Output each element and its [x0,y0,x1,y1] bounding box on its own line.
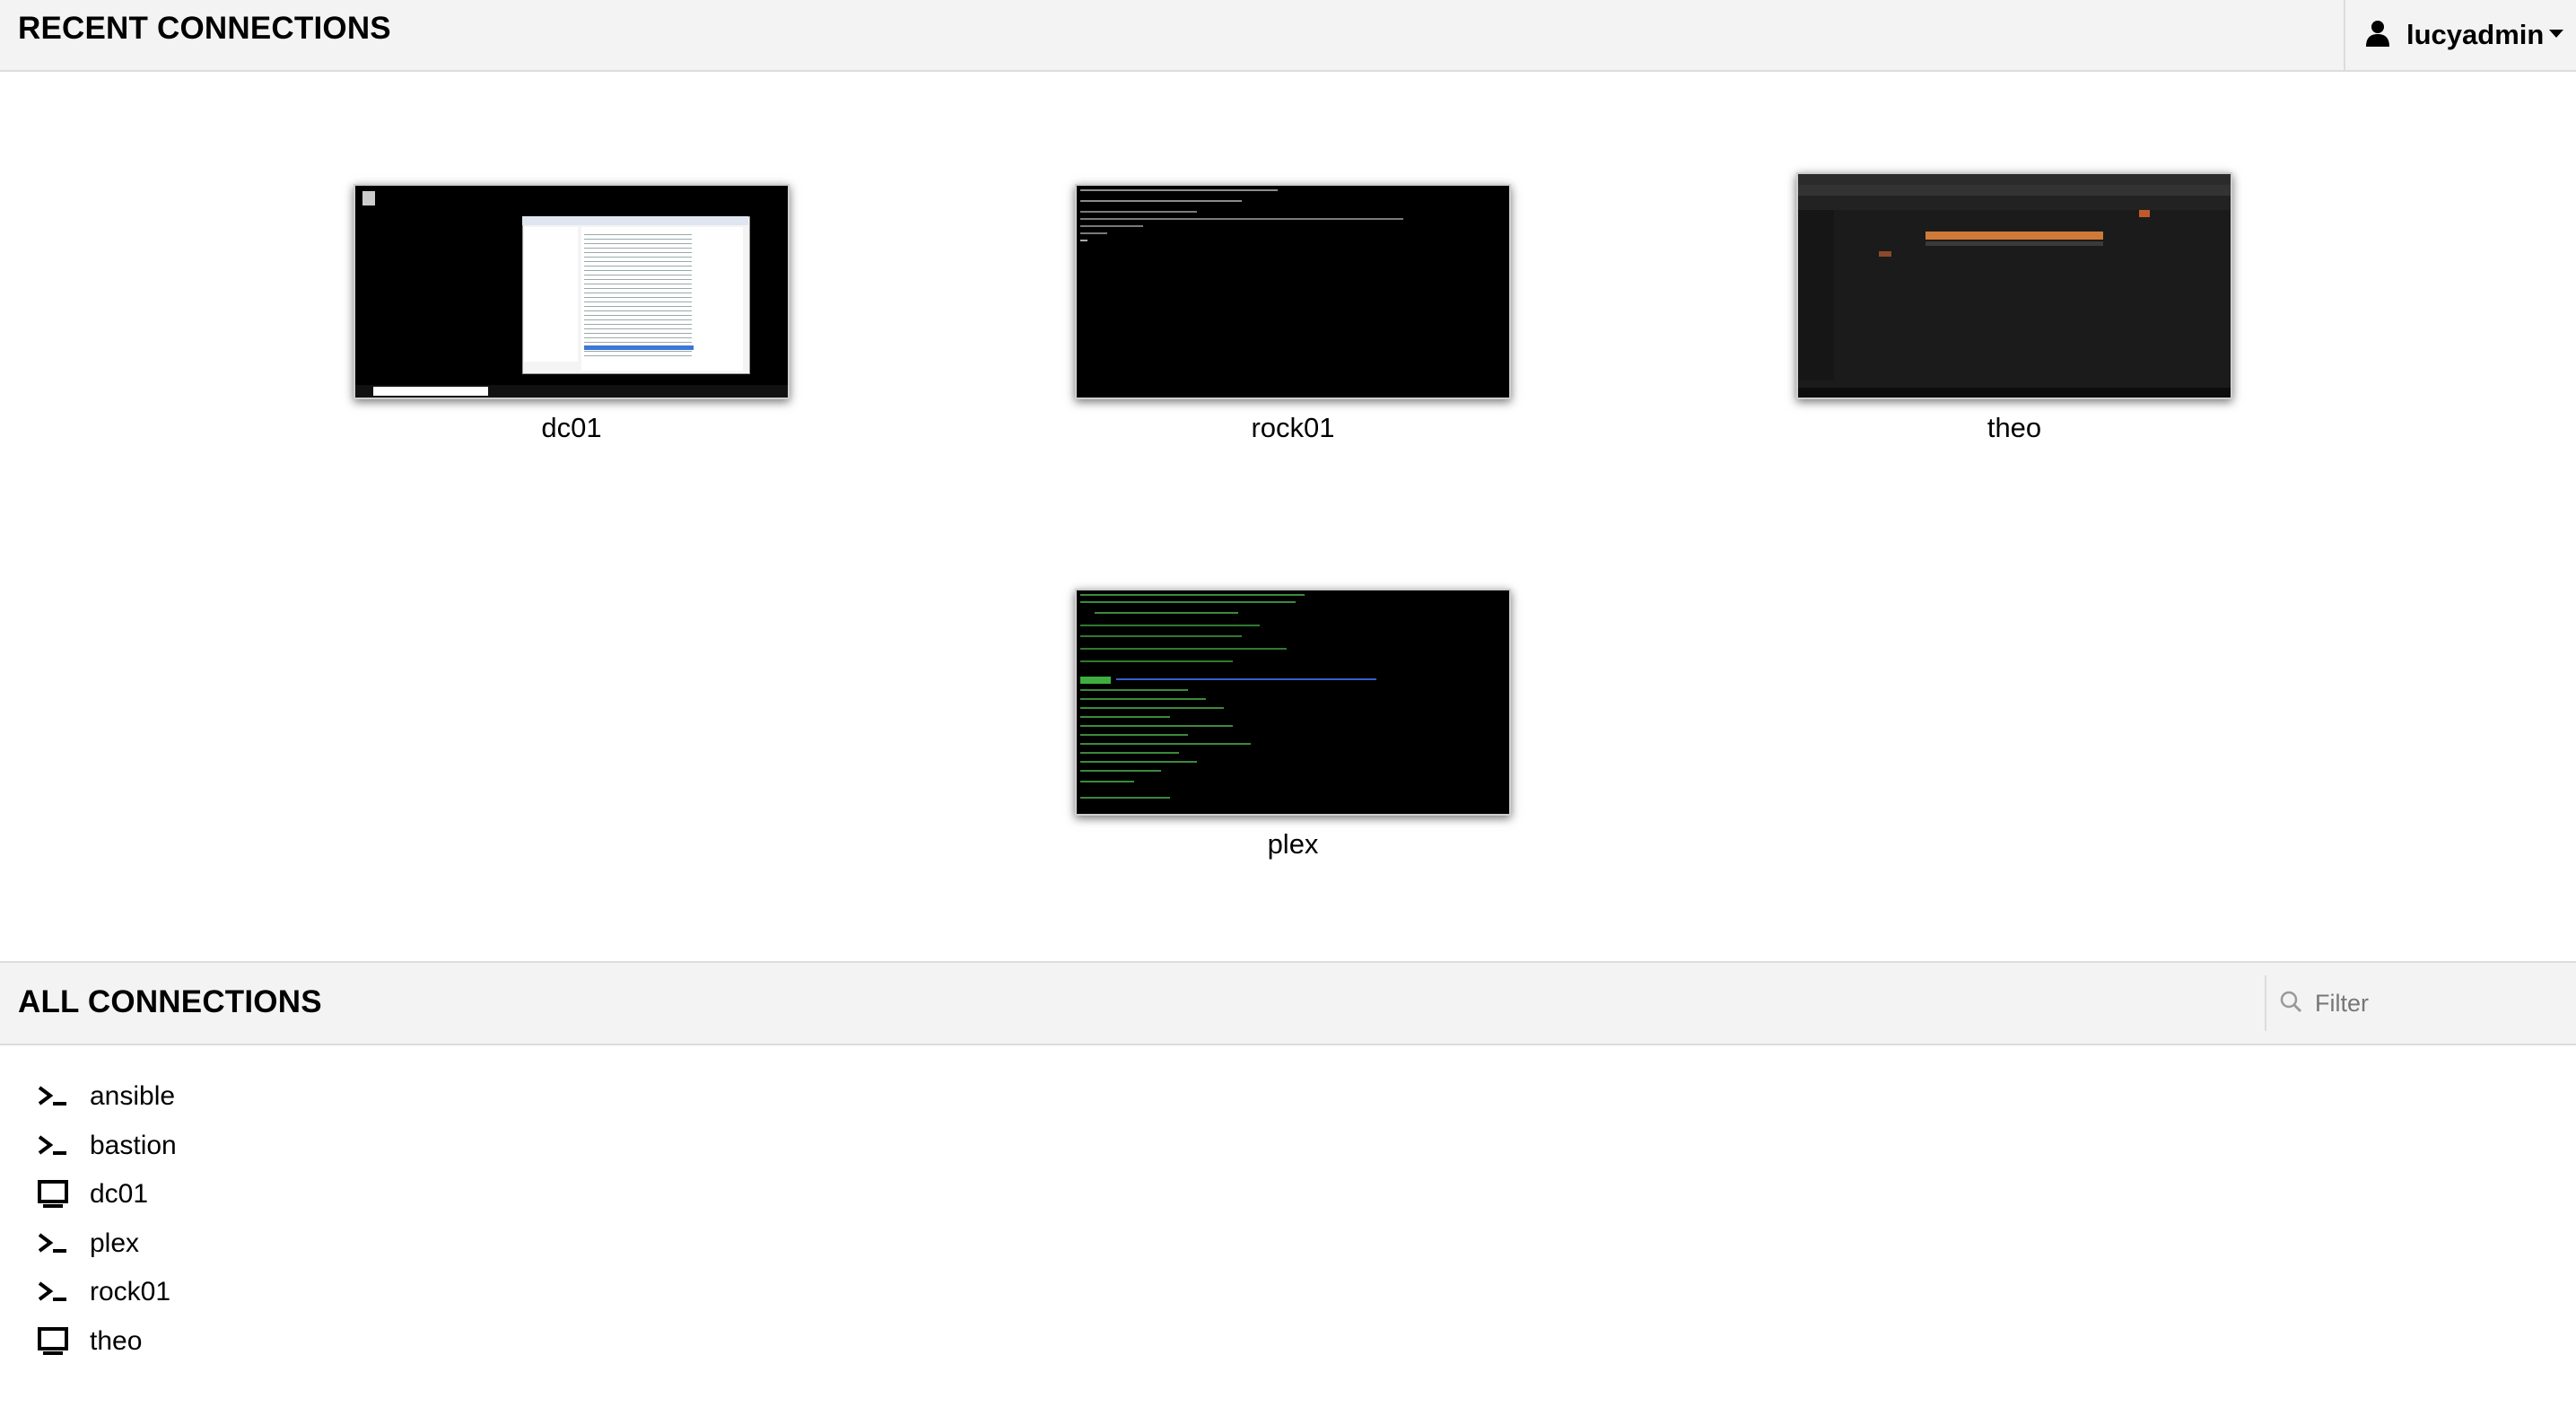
username-label: lucyadmin [2406,19,2545,50]
user-menu-button[interactable]: lucyadmin [2344,0,2576,70]
connection-thumbnail [1796,172,2232,399]
chevron-down-icon [2549,27,2563,43]
recent-tile-rock01[interactable]: rock01 [1075,184,1511,444]
tile-label: plex [1267,828,1319,860]
tile-label: theo [1987,412,2042,443]
terminal-icon [36,1275,70,1309]
desktop-icon [36,1177,70,1211]
connection-label: rock01 [90,1277,171,1307]
connection-item-plex[interactable]: plex [36,1219,177,1269]
connection-item-bastion[interactable]: bastion [36,1122,177,1171]
connection-item-dc01[interactable]: dc01 [36,1170,177,1219]
tile-label: dc01 [541,412,602,443]
recent-tile-plex[interactable]: plex [1075,589,1511,861]
connection-label: ansible [90,1081,176,1112]
tile-label: rock01 [1251,412,1335,443]
connection-item-theo[interactable]: theo [36,1317,177,1367]
recent-tile-dc01[interactable]: dc01 [354,184,790,444]
connection-label: plex [90,1228,140,1258]
search-icon [2279,990,2302,1018]
all-connections-header: ALL CONNECTIONS [0,961,2576,1045]
connection-item-ansible[interactable]: ansible [36,1072,177,1122]
terminal-icon [36,1227,70,1261]
desktop-icon [36,1324,70,1359]
recent-tile-theo[interactable]: theo [1796,172,2232,444]
filter-box[interactable] [2265,975,2576,1031]
connection-thumbnail [1075,589,1511,816]
recent-connections-grid: dc01 rock01 theo plex [0,72,2576,960]
connection-label: bastion [90,1130,177,1160]
all-connections-title: ALL CONNECTIONS [18,984,322,1019]
connection-item-rock01[interactable]: rock01 [36,1268,177,1317]
connection-thumbnail [354,184,790,399]
connection-thumbnail [1075,184,1511,399]
all-connections-list: ansible bastion dc01 plex rock01 theo [36,1072,177,1366]
terminal-icon [36,1129,70,1163]
user-icon [2365,20,2390,51]
recent-connections-title: RECENT CONNECTIONS [18,11,391,46]
filter-input[interactable] [2313,988,2568,1018]
recent-connections-header: RECENT CONNECTIONS lucyadmin [0,0,2576,72]
connection-label: dc01 [90,1179,149,1210]
terminal-icon [36,1079,70,1114]
connection-label: theo [90,1325,143,1356]
